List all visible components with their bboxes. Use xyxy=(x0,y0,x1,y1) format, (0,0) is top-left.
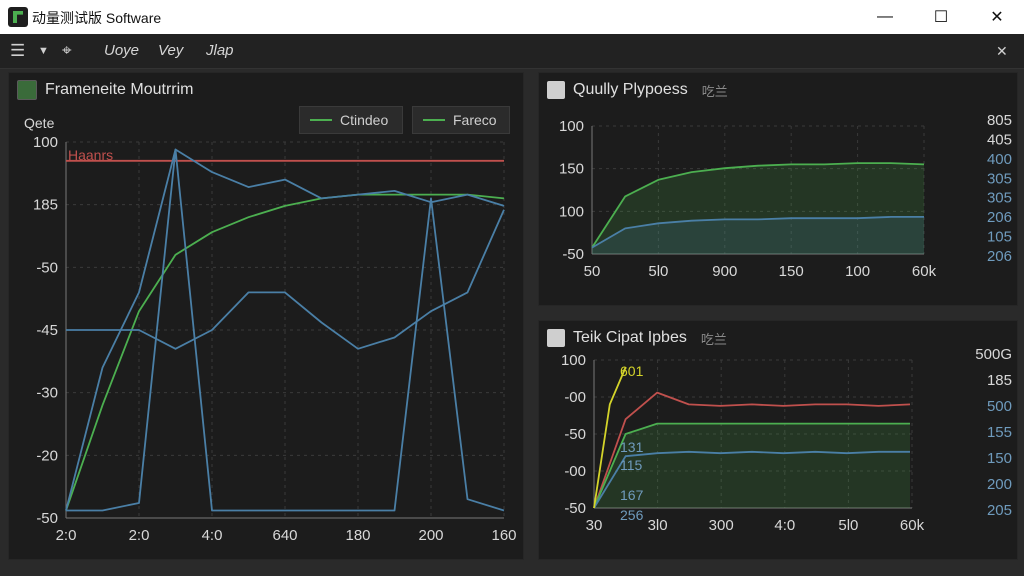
annotation-label: 131 xyxy=(620,439,644,455)
right-tick-label: 200 xyxy=(987,476,1012,493)
chart-task: 100-00-50-00-5030 3l0 300 4:0 5l0 60k500G1855… xyxy=(561,346,1012,534)
right-tick-label: 155 xyxy=(987,424,1012,441)
right-tick-label: 205 xyxy=(987,502,1012,519)
annotation-label: 167 xyxy=(620,487,644,503)
right-tick-label: 500G xyxy=(975,346,1012,363)
right-tick-label: 185 xyxy=(987,372,1012,389)
x-tick-label: 5l0 xyxy=(838,517,858,534)
y-tick-label: -50 xyxy=(564,500,586,517)
annotation-label: 115 xyxy=(620,457,643,473)
annotation-label: 601 xyxy=(620,363,644,379)
y-tick-label: 100 xyxy=(561,352,586,369)
x-tick-label: 4:0 xyxy=(774,517,795,534)
right-tick-label: 150 xyxy=(987,450,1012,467)
annotation-label: 256 xyxy=(620,507,644,523)
y-tick-label: -50 xyxy=(564,426,586,443)
x-tick-label: 300 xyxy=(709,517,734,534)
x-tick-label: 3l0 xyxy=(648,517,668,534)
y-tick-label: -00 xyxy=(564,463,586,480)
x-tick-label: 30 xyxy=(586,517,603,534)
y-tick-label: -00 xyxy=(564,389,586,406)
x-tick-label: 60k xyxy=(900,517,925,534)
right-tick-label: 500 xyxy=(987,398,1012,415)
